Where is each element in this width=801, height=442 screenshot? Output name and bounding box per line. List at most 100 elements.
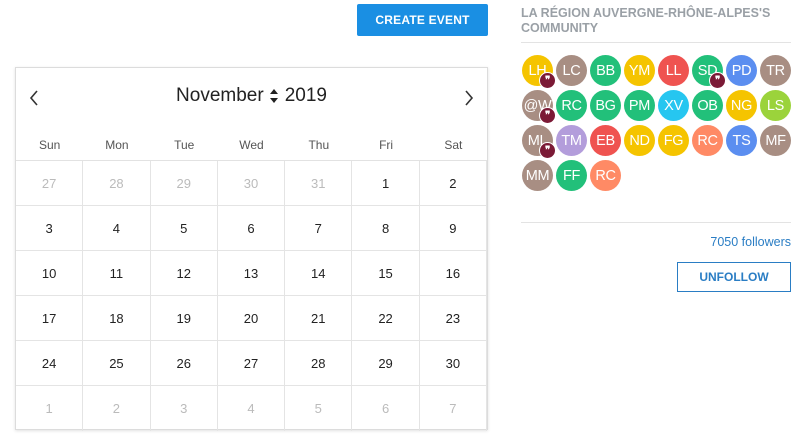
calendar-day[interactable]: 9 <box>419 206 487 251</box>
calendar-day[interactable]: 4 <box>83 206 151 251</box>
create-event-button[interactable]: CREATE EVENT <box>357 4 488 36</box>
calendar-day[interactable]: 11 <box>83 251 151 296</box>
calendar-day-outside-month[interactable]: 2 <box>83 386 151 431</box>
member-avatar[interactable]: OB <box>692 90 723 121</box>
member-avatar[interactable]: LS <box>760 90 791 121</box>
member-avatar[interactable]: SD ❞ <box>692 55 726 89</box>
calendar-day-outside-month[interactable]: 29 <box>150 161 218 206</box>
calendar-day[interactable]: 21 <box>285 296 353 341</box>
member-avatar[interactable]: YM <box>624 55 655 86</box>
quote-badge-icon: ❞ <box>539 72 556 89</box>
member-avatar[interactable]: ND <box>624 125 655 156</box>
sort-arrows-icon <box>269 87 279 105</box>
member-avatar[interactable]: RC <box>692 125 723 156</box>
avatar-initials: LS <box>766 97 785 114</box>
member-avatar[interactable]: NG <box>726 90 757 121</box>
avatar-initials: BG <box>595 97 616 114</box>
calendar-day[interactable]: 28 <box>285 341 353 386</box>
calendar-day[interactable]: 18 <box>83 296 151 341</box>
calendar-day[interactable]: 19 <box>150 296 218 341</box>
calendar-day[interactable]: 13 <box>217 251 286 296</box>
followers-link[interactable]: 7050 followers <box>710 235 791 249</box>
member-avatar[interactable]: XV <box>658 90 689 121</box>
calendar-day-outside-month[interactable]: 5 <box>285 386 353 431</box>
calendar-day-outside-month[interactable]: 31 <box>285 161 353 206</box>
weekday-header: Wed <box>217 130 286 161</box>
avatar-initials: TM <box>561 132 582 149</box>
calendar-day-outside-month[interactable]: 3 <box>151 386 218 431</box>
calendar-day[interactable]: 17 <box>16 296 84 341</box>
avatar-initials: RC <box>595 167 616 184</box>
divider <box>521 222 791 223</box>
avatar-initials: BB <box>596 62 615 79</box>
member-avatar[interactable]: RC <box>556 90 587 121</box>
community-title: LA RÉGION AUVERGNE-RHÔNE-ALPES'S COMMUNI… <box>521 6 771 35</box>
calendar-day-outside-month[interactable]: 6 <box>352 386 420 431</box>
calendar-day[interactable]: 10 <box>16 251 84 296</box>
calendar-day-outside-month[interactable]: 27 <box>16 161 84 206</box>
member-avatar[interactable]: TS <box>726 125 757 156</box>
calendar-day[interactable]: 12 <box>150 251 218 296</box>
next-month-button[interactable] <box>459 86 479 110</box>
calendar-day[interactable]: 6 <box>217 206 286 251</box>
avatar-initials: FG <box>663 132 684 149</box>
member-avatar[interactable]: LL <box>658 55 689 86</box>
avatar-initials: YM <box>628 62 651 79</box>
avatar-initials: RC <box>697 132 718 149</box>
calendar-day[interactable]: 25 <box>83 341 151 386</box>
calendar-day-outside-month[interactable]: 7 <box>420 386 487 431</box>
calendar-day[interactable]: 8 <box>352 206 420 251</box>
calendar-day[interactable]: 29 <box>352 341 420 386</box>
member-avatars: LH ❞ LC BB YM LL SD ❞ PD TR @W ❞ RC BG PM XV OB NG LS ML ❞ TM… <box>522 55 792 191</box>
calendar-day-outside-month[interactable]: 30 <box>217 161 286 206</box>
avatar-initials: PD <box>731 62 752 79</box>
calendar-day[interactable]: 7 <box>285 206 353 251</box>
member-avatar[interactable]: @W ❞ <box>522 90 556 124</box>
calendar-day-outside-month[interactable]: 1 <box>16 386 84 431</box>
member-avatar[interactable]: MF <box>760 125 791 156</box>
member-avatar[interactable]: LC <box>556 55 587 86</box>
weekday-header: Thu <box>285 130 353 161</box>
calendar-day[interactable]: 15 <box>352 251 420 296</box>
avatar-initials: FF <box>562 167 581 184</box>
member-avatar[interactable]: FF <box>556 160 587 191</box>
calendar-day[interactable]: 14 <box>285 251 353 296</box>
calendar-day[interactable]: 2 <box>419 161 487 206</box>
calendar-day[interactable]: 1 <box>352 161 420 206</box>
member-avatar[interactable]: ML ❞ <box>522 125 556 159</box>
member-avatar[interactable]: LH ❞ <box>522 55 556 89</box>
member-avatar[interactable]: PD <box>726 55 757 86</box>
calendar-day[interactable]: 22 <box>352 296 420 341</box>
avatar-initials: NG <box>730 97 753 114</box>
member-avatar[interactable]: MM <box>522 160 553 191</box>
calendar-day[interactable]: 23 <box>419 296 487 341</box>
calendar-day[interactable]: 16 <box>419 251 487 296</box>
avatar-initials: ND <box>629 132 650 149</box>
member-avatar[interactable]: BB <box>590 55 621 86</box>
member-avatar[interactable]: EB <box>590 125 621 156</box>
quote-badge-icon: ❞ <box>539 107 556 124</box>
member-avatar[interactable]: TR <box>760 55 791 86</box>
month-select[interactable]: November <box>176 85 279 107</box>
member-avatar[interactable]: TM <box>556 125 587 156</box>
quote-badge-icon: ❞ <box>539 142 556 159</box>
unfollow-button[interactable]: UNFOLLOW <box>677 262 791 292</box>
calendar-day[interactable]: 26 <box>150 341 218 386</box>
year-label[interactable]: 2019 <box>285 85 327 107</box>
calendar-day[interactable]: 27 <box>217 341 286 386</box>
calendar-day[interactable]: 30 <box>419 341 487 386</box>
avatar-initials: XV <box>664 97 683 114</box>
avatar-initials: RC <box>561 97 582 114</box>
member-avatar[interactable]: BG <box>590 90 621 121</box>
member-avatar[interactable]: FG <box>658 125 689 156</box>
weekday-header: Tue <box>150 130 218 161</box>
calendar-day-outside-month[interactable]: 28 <box>83 161 151 206</box>
member-avatar[interactable]: RC <box>590 160 621 191</box>
calendar-day-outside-month[interactable]: 4 <box>218 386 286 431</box>
member-avatar[interactable]: PM <box>624 90 655 121</box>
calendar-day[interactable]: 20 <box>217 296 286 341</box>
calendar-day[interactable]: 24 <box>16 341 84 386</box>
avatar-initials: OB <box>697 97 718 114</box>
calendar-day[interactable]: 5 <box>150 206 218 251</box>
calendar-day[interactable]: 3 <box>16 206 84 251</box>
